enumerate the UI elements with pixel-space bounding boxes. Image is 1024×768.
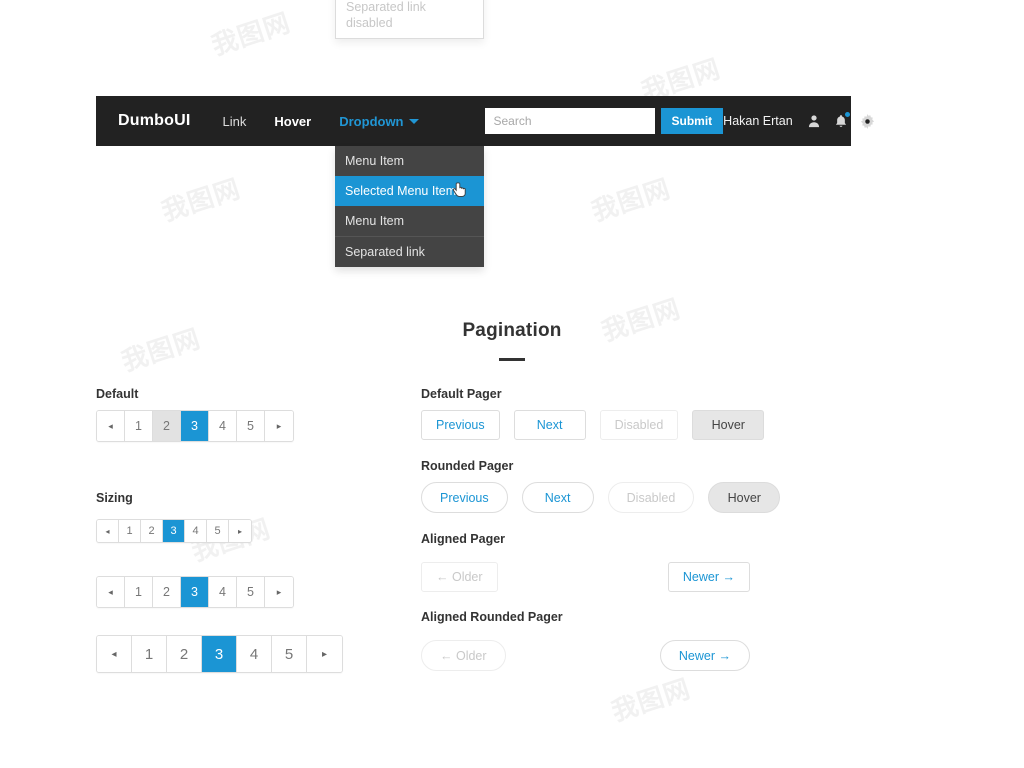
group-label-sizing: Sizing xyxy=(96,491,133,505)
navbar-dropdown-menu[interactable]: Menu Item Selected Menu Item Menu Item S… xyxy=(335,146,484,267)
navbar: DumboUI Link Hover Dropdown Submit Hakan… xyxy=(96,96,875,146)
pagination-page-4[interactable]: 4 xyxy=(185,520,207,542)
pagination-default[interactable]: ◂ 1 2 3 4 5 ▸ xyxy=(96,410,294,442)
dropdown-item-menu-item-2[interactable]: Menu Item xyxy=(335,206,484,236)
search-input[interactable] xyxy=(484,108,655,134)
pagination-page-4[interactable]: 4 xyxy=(237,636,272,672)
notification-badge-dot xyxy=(844,112,850,117)
pager-previous-button[interactable]: Previous xyxy=(421,410,500,440)
pager-default: Previous Next Disabled Hover xyxy=(421,410,765,440)
pagination-page-5[interactable]: 5 xyxy=(207,520,229,542)
user-name-label: Hakan Ertan xyxy=(723,114,793,128)
chevron-down-icon xyxy=(408,118,419,124)
pager-older-button: ← Older xyxy=(421,640,506,671)
nav-link-hover[interactable]: Hover xyxy=(260,114,325,129)
watermark: 我图网 xyxy=(208,8,295,62)
pagination-next-arrow[interactable]: ▸ xyxy=(307,636,342,672)
pagination-prev-arrow[interactable]: ◂ xyxy=(97,411,125,441)
pagination-page-3[interactable]: 3 xyxy=(163,520,185,542)
pagination-prev-arrow[interactable]: ◂ xyxy=(97,636,132,672)
group-label-aligned-rounded-pager: Aligned Rounded Pager xyxy=(421,610,563,624)
pager-next-button[interactable]: Next xyxy=(513,410,586,440)
pagination-next-arrow[interactable]: ▸ xyxy=(265,411,293,441)
watermark: 我图网 xyxy=(588,174,675,228)
pagination-page-1[interactable]: 1 xyxy=(132,636,167,672)
top-dropdown-menu[interactable]: Menu Item Separated link disabled xyxy=(335,0,484,39)
page-root: 我图网 我图网 我图网 我图网 我图网 我图网 我图网 我图网 Menu Ite… xyxy=(0,0,1024,768)
pager-next-button[interactable]: Next xyxy=(521,482,594,513)
watermark: 我图网 xyxy=(158,174,245,228)
pager-rounded: Previous Next Disabled Hover xyxy=(421,482,781,513)
pager-aligned: ← Older Newer → xyxy=(421,562,750,592)
pagination-page-5[interactable]: 5 xyxy=(237,411,265,441)
group-label-aligned-pager: Aligned Pager xyxy=(421,532,506,546)
gear-icon[interactable] xyxy=(860,112,876,130)
group-label-rounded-pager: Rounded Pager xyxy=(421,459,514,473)
watermark: 我图网 xyxy=(608,674,695,728)
pagination-small[interactable]: ◂ 1 2 3 4 5 ▸ xyxy=(96,519,252,543)
pagination-large[interactable]: ◂ 1 2 3 4 5 ▸ xyxy=(96,635,343,673)
pagination-next-arrow[interactable]: ▸ xyxy=(265,577,293,607)
group-label-default-pager: Default Pager xyxy=(421,387,502,401)
pager-previous-button[interactable]: Previous xyxy=(421,482,508,513)
pagination-page-1[interactable]: 1 xyxy=(125,411,153,441)
submit-button[interactable]: Submit xyxy=(660,108,724,134)
navbar-search-form: Submit xyxy=(484,108,724,134)
nav-link-dropdown[interactable]: Dropdown xyxy=(325,114,432,129)
pager-disabled-button: Disabled xyxy=(599,410,679,440)
pager-older-button: ← Older xyxy=(421,562,498,592)
dropdown-item-separated-link[interactable]: Separated link xyxy=(335,236,484,267)
pager-aligned-rounded: ← Older Newer → xyxy=(421,640,750,671)
pager-newer-button[interactable]: Newer → xyxy=(659,640,750,671)
pagination-page-5[interactable]: 5 xyxy=(237,577,265,607)
pagination-page-3[interactable]: 3 xyxy=(181,411,209,441)
user-icon[interactable] xyxy=(806,112,822,130)
pagination-page-4[interactable]: 4 xyxy=(209,411,237,441)
pagination-page-3[interactable]: 3 xyxy=(202,636,237,672)
navbar-right-group: Hakan Ertan xyxy=(723,112,881,130)
pager-hover-button[interactable]: Hover xyxy=(692,410,765,440)
pagination-prev-arrow[interactable]: ◂ xyxy=(97,577,125,607)
brand-logo[interactable]: DumboUI xyxy=(96,112,209,130)
bell-icon[interactable] xyxy=(833,112,850,130)
pagination-page-2[interactable]: 2 xyxy=(153,411,181,441)
nav-dropdown-label: Dropdown xyxy=(339,113,404,129)
dropdown-item-separated-link-disabled: Separated link disabled xyxy=(336,0,483,38)
pager-newer-button[interactable]: Newer → xyxy=(667,562,750,592)
page-title: Pagination xyxy=(462,320,562,341)
pager-disabled-button: Disabled xyxy=(607,482,695,513)
dropdown-item-menu-item-1[interactable]: Menu Item xyxy=(335,146,484,176)
pagination-page-3[interactable]: 3 xyxy=(181,577,209,607)
pagination-page-2[interactable]: 2 xyxy=(167,636,202,672)
dropdown-item-selected-menu-item[interactable]: Selected Menu Item xyxy=(335,176,484,206)
pagination-next-arrow[interactable]: ▸ xyxy=(229,520,251,542)
page-title-block: Pagination xyxy=(0,320,1024,361)
pagination-page-4[interactable]: 4 xyxy=(209,577,237,607)
pagination-page-1[interactable]: 1 xyxy=(119,520,141,542)
group-label-default: Default xyxy=(96,387,139,401)
pagination-medium[interactable]: ◂ 1 2 3 4 5 ▸ xyxy=(96,576,294,608)
pager-hover-button[interactable]: Hover xyxy=(708,482,781,513)
pagination-page-2[interactable]: 2 xyxy=(153,577,181,607)
nav-link-link[interactable]: Link xyxy=(209,114,261,129)
pagination-page-1[interactable]: 1 xyxy=(125,577,153,607)
pointer-cursor-icon xyxy=(452,182,467,199)
dropdown-item-label: Selected Menu Item xyxy=(345,184,457,198)
pagination-prev-arrow[interactable]: ◂ xyxy=(97,520,119,542)
title-underline xyxy=(499,358,525,361)
pagination-page-2[interactable]: 2 xyxy=(141,520,163,542)
pagination-page-5[interactable]: 5 xyxy=(272,636,307,672)
